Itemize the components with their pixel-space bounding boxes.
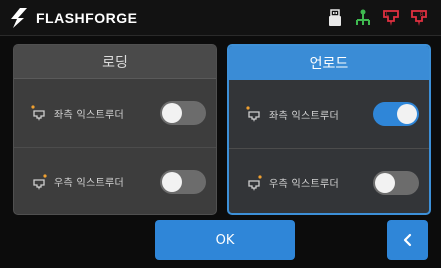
- right-extruder-icon: [33, 173, 47, 190]
- unload-left-extruder-row: 좌측 익스트루더: [229, 80, 429, 148]
- load-panel-title: 로딩: [14, 45, 216, 79]
- right-extruder-icon: [248, 174, 262, 191]
- load-panel[interactable]: 로딩 좌측 익스트루더 우측 익스트루더: [13, 44, 217, 215]
- left-extruder-label: 좌측 익스트루더: [54, 109, 124, 121]
- right-extruder-label: 우측 익스트루더: [269, 179, 339, 190]
- status-icons: L R: [325, 7, 429, 29]
- unload-left-extruder-toggle[interactable]: [373, 102, 419, 126]
- unload-right-extruder-toggle[interactable]: [373, 171, 419, 195]
- ok-button[interactable]: OK: [155, 220, 295, 260]
- right-extruder-label: 우측 익스트루더: [54, 178, 124, 189]
- load-left-extruder-row: 좌측 익스트루더: [14, 79, 216, 147]
- svg-text:L: L: [386, 12, 389, 18]
- usb-icon: [325, 8, 345, 28]
- load-right-extruder-toggle[interactable]: [160, 170, 206, 194]
- chevron-left-icon: [403, 233, 411, 247]
- unload-panel-title: 언로드: [229, 46, 429, 80]
- load-right-extruder-row: 우측 익스트루더: [14, 147, 216, 214]
- network-icon: [353, 8, 373, 28]
- brand-name: FLASHFORGE: [36, 10, 138, 26]
- extruder-left-icon: L: [381, 8, 401, 28]
- back-button[interactable]: [387, 220, 428, 260]
- left-extruder-icon: [31, 105, 45, 121]
- flashforge-logo-icon: [11, 8, 27, 28]
- unload-panel[interactable]: 언로드 좌측 익스트루더 우측 익스트루더: [227, 44, 431, 215]
- left-extruder-icon: [246, 106, 260, 122]
- extruder-right-icon: R: [409, 8, 429, 28]
- top-bar: FLASHFORGE L R: [0, 0, 441, 36]
- unload-right-extruder-row: 우측 익스트루더: [229, 148, 429, 213]
- left-extruder-label: 좌측 익스트루더: [269, 110, 339, 122]
- load-left-extruder-toggle[interactable]: [160, 101, 206, 125]
- svg-text:R: R: [420, 12, 424, 18]
